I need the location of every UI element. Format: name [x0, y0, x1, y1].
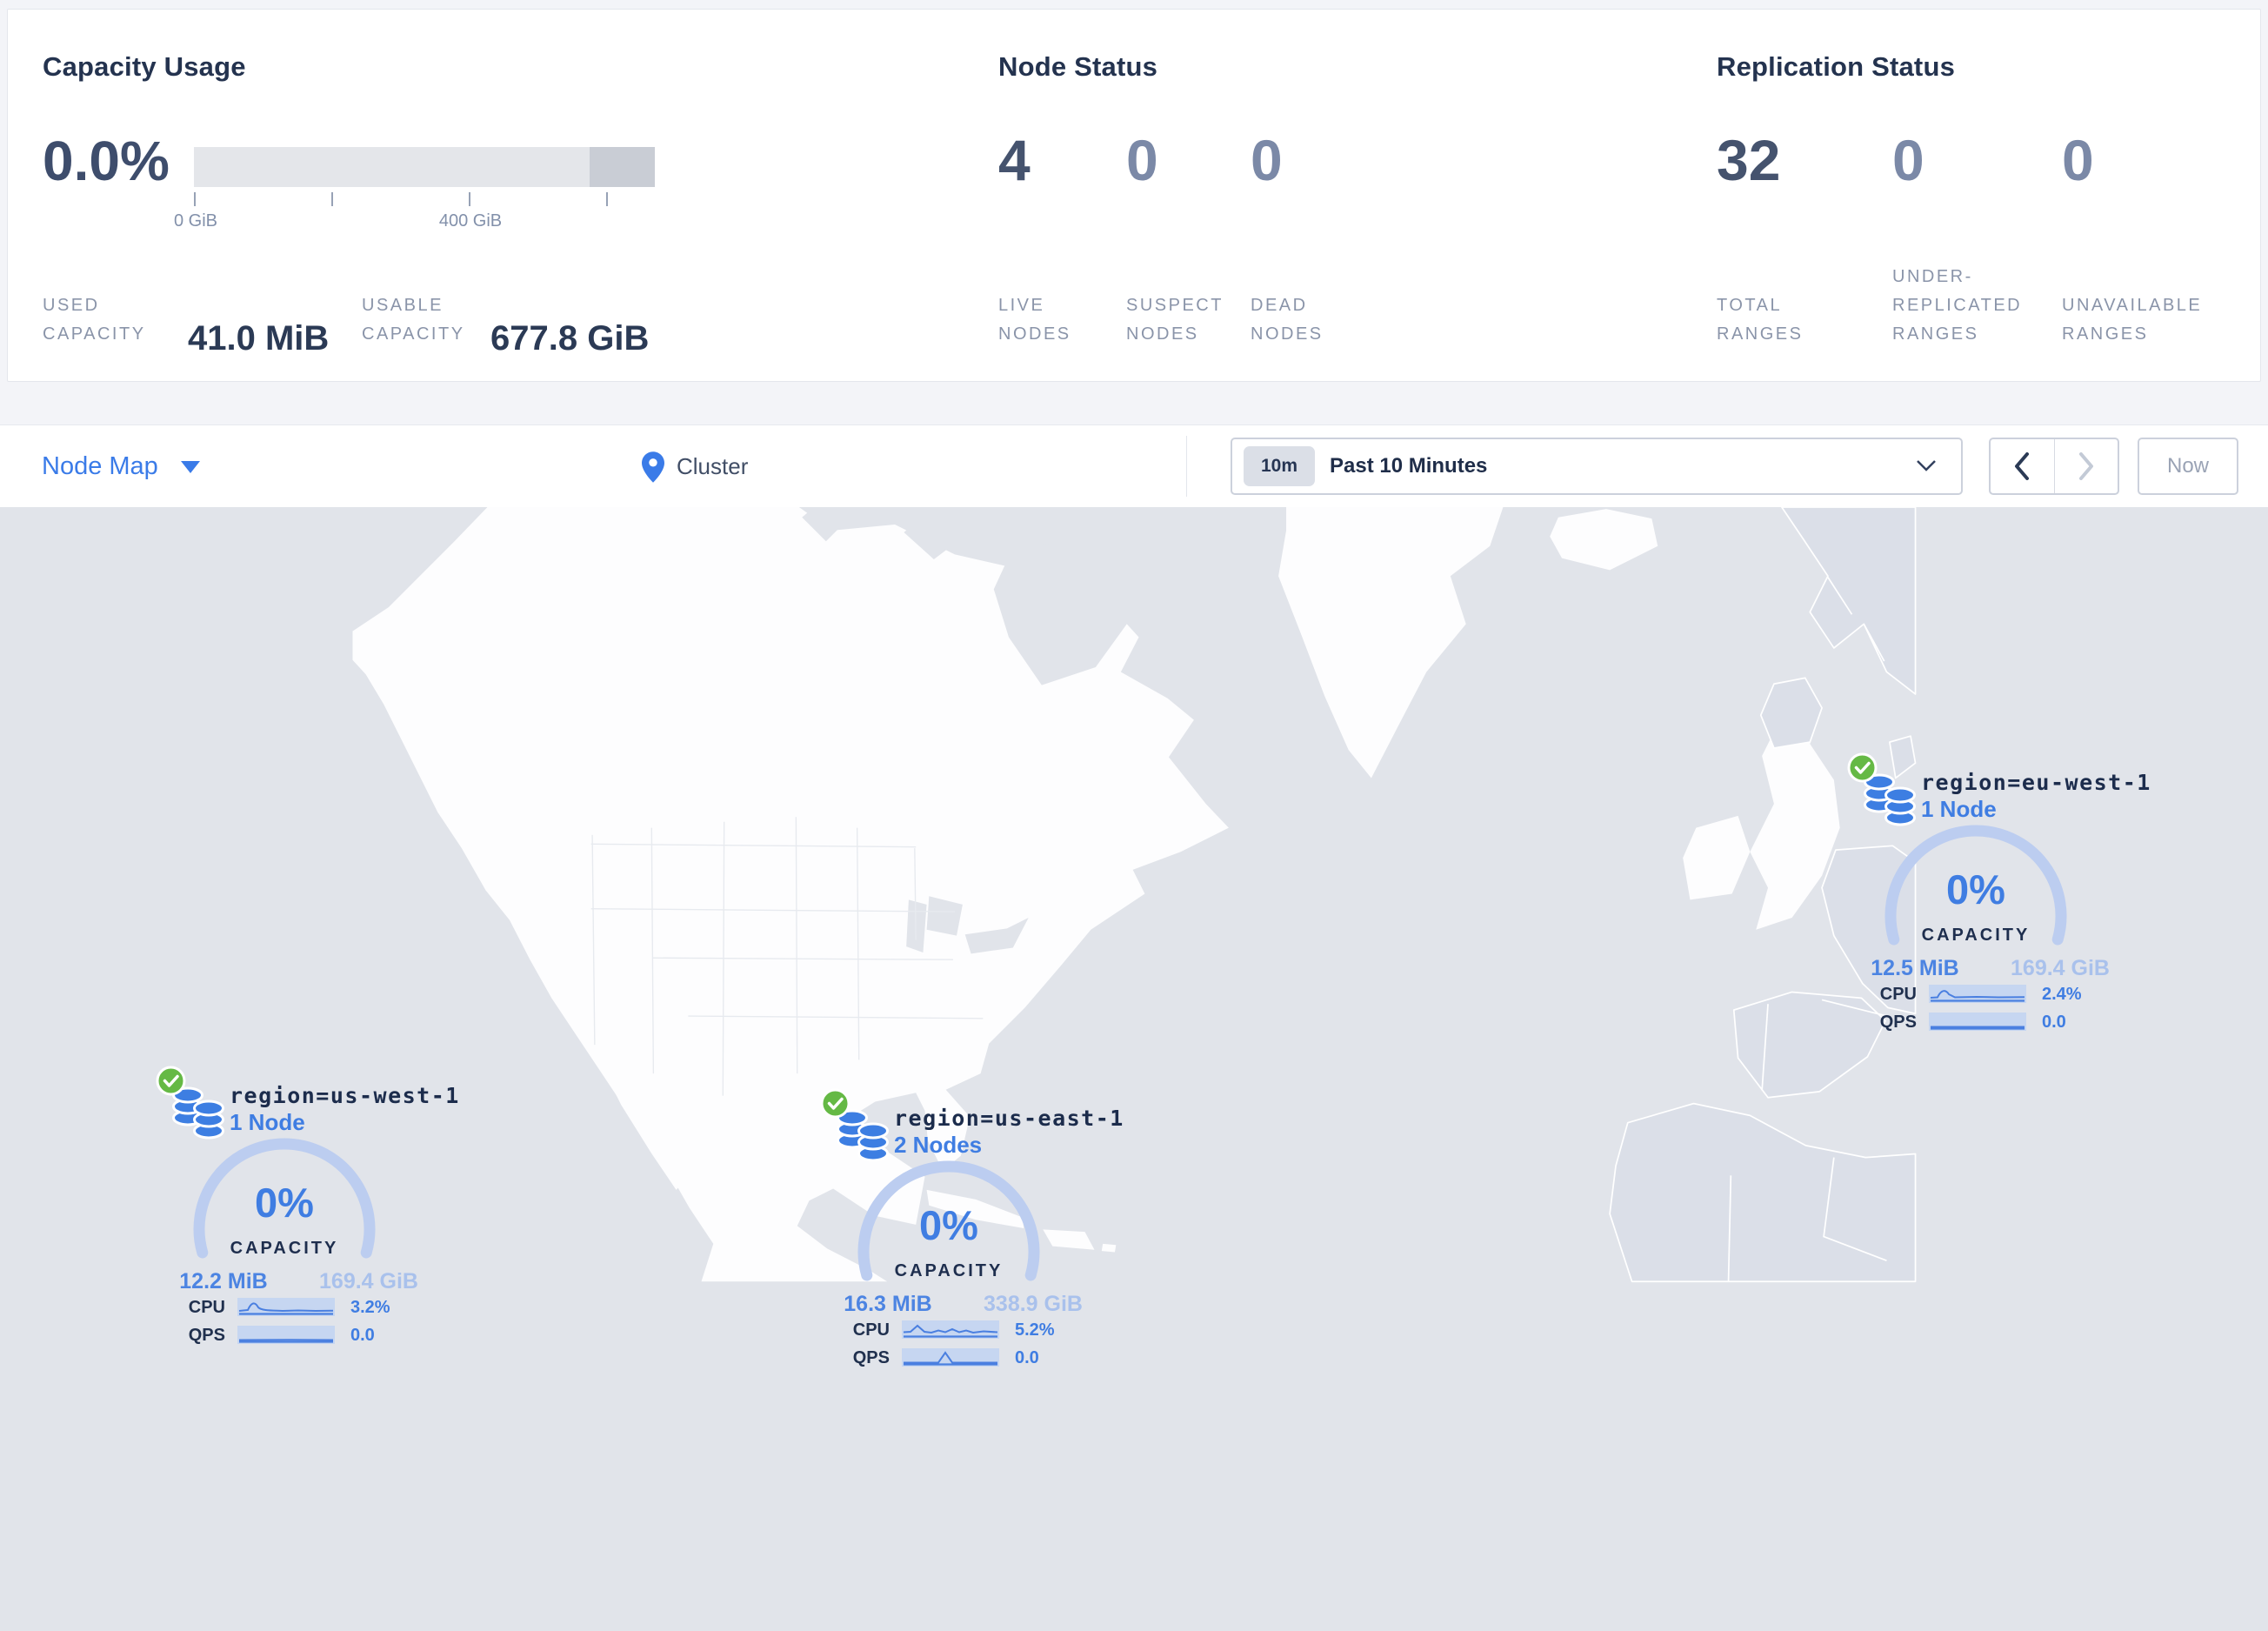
chevron-down-icon — [1917, 460, 1936, 471]
qps-value: 0.0 — [350, 1326, 375, 1345]
world-map[interactable]: region=us-west-1 1 Node 0% CAPACITY 12.2… — [0, 507, 2268, 1631]
capacity-word: CAPACITY — [1921, 926, 2031, 945]
used-capacity-value: 41.0 MiB — [188, 319, 330, 358]
region-label[interactable]: region=eu-west-1 — [1921, 770, 2151, 795]
qps-row: QPS 0.0 — [1837, 1013, 2124, 1032]
region-usable-capacity: 169.4 GiB — [2011, 956, 2110, 980]
usable-capacity-value: 677.8 GiB — [490, 319, 650, 358]
region-capacity-percent: 0% — [1946, 866, 2005, 912]
node-status-title: Node Status — [998, 51, 1158, 82]
under-replicated-count: 0 — [1892, 128, 1924, 192]
qps-label: QPS — [188, 1326, 225, 1345]
qps-row: QPS 0.0 — [145, 1326, 432, 1345]
cpu-row: CPU 2.4% — [1837, 985, 2124, 1004]
breadcrumb[interactable]: Cluster — [642, 425, 748, 508]
total-ranges-count: 32 — [1717, 128, 1781, 192]
time-range-selector[interactable]: 10m Past 10 Minutes — [1231, 438, 1963, 495]
qps-sparkline — [902, 1348, 999, 1367]
cpu-sparkline — [902, 1320, 999, 1339]
replication-status-title: Replication Status — [1717, 51, 1956, 82]
gauge-tick — [469, 192, 470, 206]
live-nodes-count: 4 — [998, 128, 1031, 192]
qps-sparkline — [1929, 1013, 2026, 1031]
qps-value: 0.0 — [1015, 1348, 1039, 1367]
time-range-badge: 10m — [1244, 446, 1315, 486]
cpu-sparkline — [1929, 985, 2026, 1003]
dead-nodes-label: DEAD NODES — [1251, 296, 1324, 344]
cluster-stats-card: Capacity Usage 0.0% 0 GiB 400 GiB USED C… — [7, 9, 2261, 382]
gauge-tick-label: 0 GiB — [173, 211, 218, 231]
qps-value: 0.0 — [2042, 1013, 2066, 1032]
gauge-tick — [194, 192, 196, 206]
region-marker-us-east-1[interactable]: region=us-east-1 2 Nodes 0% CAPACITY 16.… — [810, 1086, 1123, 1378]
cpu-label: CPU — [188, 1298, 225, 1317]
cpu-label: CPU — [852, 1320, 890, 1340]
healthy-check-icon — [820, 1088, 850, 1119]
chevron-left-icon — [2015, 452, 2030, 480]
unavailable-count: 0 — [2062, 128, 2094, 192]
suspect-nodes-count: 0 — [1126, 128, 1158, 192]
region-marker-us-west-1[interactable]: region=us-west-1 1 Node 0% CAPACITY 12.2… — [145, 1064, 458, 1355]
cpu-row: CPU 3.2% — [145, 1298, 432, 1317]
total-ranges-label: TOTAL RANGES — [1717, 296, 1804, 344]
time-pager — [1989, 438, 2119, 495]
gauge-tick — [331, 192, 333, 206]
map-toolbar: Node Map Cluster 10m Past 10 Minutes Now — [0, 424, 2268, 509]
node-map-page: Capacity Usage 0.0% 0 GiB 400 GiB USED C… — [0, 0, 2268, 1631]
breadcrumb-label: Cluster — [677, 453, 749, 479]
cpu-label: CPU — [1879, 985, 1917, 1004]
time-prev-button[interactable] — [1991, 439, 2055, 493]
cpu-value: 5.2% — [1015, 1320, 1055, 1340]
capacity-usage-title: Capacity Usage — [43, 51, 246, 82]
chevron-right-icon — [2078, 452, 2093, 480]
dead-nodes-count: 0 — [1251, 128, 1283, 192]
qps-label: QPS — [1879, 1013, 1917, 1032]
view-selector-dropdown[interactable]: Node Map — [42, 425, 200, 508]
gauge-tick — [606, 192, 608, 206]
capacity-word: CAPACITY — [230, 1239, 339, 1258]
region-usable-capacity: 338.9 GiB — [984, 1292, 1083, 1316]
capacity-percent: 0.0% — [43, 130, 170, 192]
region-label[interactable]: region=us-west-1 — [230, 1083, 460, 1108]
capacity-gauge-dark-segment — [590, 147, 655, 187]
region-label[interactable]: region=us-east-1 — [894, 1106, 1124, 1131]
healthy-check-icon — [156, 1066, 186, 1096]
region-capacity-percent: 0% — [255, 1180, 314, 1226]
region-marker-eu-west-1[interactable]: region=eu-west-1 1 Node 0% CAPACITY 12.5… — [1837, 751, 2150, 1042]
region-used-capacity: 12.2 MiB — [179, 1269, 268, 1293]
toolbar-divider — [1186, 436, 1187, 497]
under-replicated-label: UNDER-REPLICATED RANGES — [1892, 267, 2023, 344]
capacity-gauge-bar: 0 GiB 400 GiB — [174, 147, 655, 231]
cpu-value: 3.2% — [350, 1298, 390, 1317]
time-next-button[interactable] — [2055, 439, 2118, 493]
view-selector-label: Node Map — [42, 452, 158, 480]
region-capacity-percent: 0% — [919, 1202, 978, 1248]
region-usable-capacity: 169.4 GiB — [319, 1269, 418, 1293]
qps-label: QPS — [852, 1348, 890, 1367]
used-capacity-label: USED CAPACITY — [43, 296, 146, 344]
region-used-capacity: 16.3 MiB — [844, 1292, 932, 1316]
cpu-row: CPU 5.2% — [810, 1320, 1097, 1340]
cpu-value: 2.4% — [2042, 985, 2082, 1004]
healthy-check-icon — [1847, 752, 1878, 783]
now-button[interactable]: Now — [2138, 438, 2238, 495]
chevron-down-icon — [180, 460, 200, 473]
gauge-tick-label: 400 GiB — [438, 211, 503, 231]
time-range-label: Past 10 Minutes — [1330, 454, 1488, 478]
qps-sparkline — [237, 1326, 335, 1344]
suspect-nodes-label: SUSPECT NODES — [1126, 296, 1224, 344]
map-pin-icon — [642, 451, 664, 483]
region-used-capacity: 12.5 MiB — [1871, 956, 1959, 980]
usable-capacity-label: USABLE CAPACITY — [362, 296, 465, 344]
qps-row: QPS 0.0 — [810, 1348, 1097, 1367]
cpu-sparkline — [237, 1298, 335, 1316]
live-nodes-label: LIVE NODES — [998, 296, 1071, 344]
capacity-word: CAPACITY — [894, 1261, 1004, 1280]
unavailable-label: UNAVAILABLE RANGES — [2062, 296, 2203, 344]
